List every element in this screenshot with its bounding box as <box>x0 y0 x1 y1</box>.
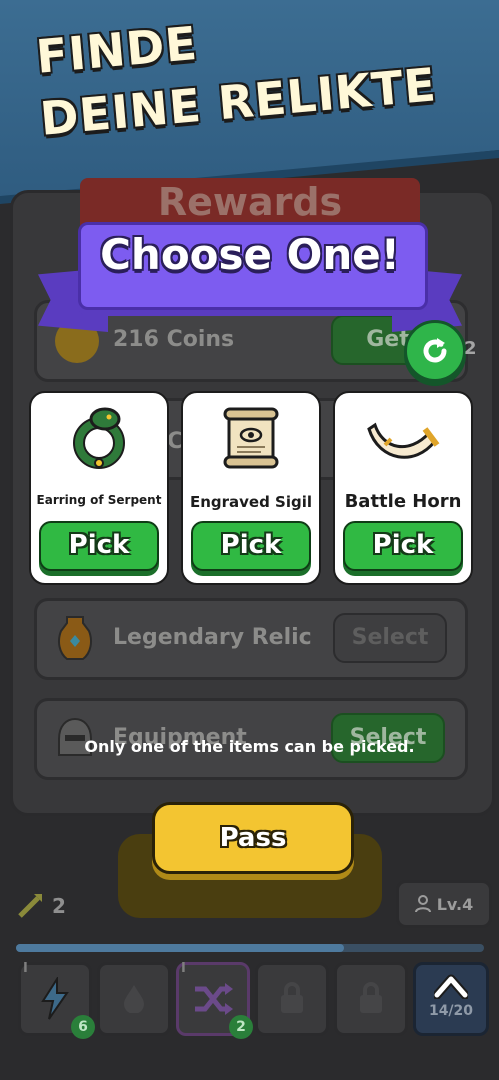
refresh-icon <box>423 338 447 363</box>
pass-button[interactable]: Pass <box>152 802 354 874</box>
refresh-button[interactable] <box>404 320 466 382</box>
skill-slot-lightning[interactable]: I 6 <box>18 961 95 1039</box>
select-button: Select <box>333 613 447 663</box>
scroll-sigil-icon <box>211 405 291 469</box>
horn-icon <box>363 405 443 469</box>
lightning-icon <box>41 977 69 1020</box>
xp-progress-bar <box>16 944 484 952</box>
pick-button[interactable]: Pick <box>191 521 311 571</box>
expand-skills-button[interactable]: 14/20 <box>413 962 489 1036</box>
refresh-count: 2 <box>464 338 477 359</box>
relic-card-serpent[interactable]: Earring of Serpent Pick <box>29 391 169 585</box>
reward-row-label: 216 Coins <box>113 327 235 352</box>
reward-row-label: Legendary Relic <box>113 625 312 650</box>
skill-slot-count: 14/20 <box>428 1003 474 1019</box>
card-title: Battle Horn <box>344 491 462 512</box>
chevron-up-icon <box>434 974 468 999</box>
pick-hint-message: Only one of the items can be picked. <box>84 737 415 756</box>
relic-card-horn[interactable]: Battle Horn Pick <box>333 391 473 585</box>
serpent-earring-icon <box>59 405 139 469</box>
reward-row-legendary-relic: Legendary Relic Select <box>34 598 468 680</box>
skill-slot-locked[interactable] <box>255 962 329 1036</box>
level-label: Lv.4 <box>436 894 474 914</box>
shuffle-icon <box>195 983 233 1015</box>
rewards-title: Rewards <box>157 180 343 224</box>
card-title: Engraved Sigil <box>189 493 313 511</box>
attack-icon <box>16 890 46 920</box>
modal-title: Choose One! <box>100 230 400 279</box>
slot-tier: I <box>23 961 28 976</box>
relic-card-sigil[interactable]: Engraved Sigil Pick <box>181 391 321 585</box>
skill-slot-drop[interactable] <box>97 962 171 1036</box>
skill-slot-shuffle[interactable]: I 2 <box>176 961 253 1039</box>
user-icon <box>414 895 431 913</box>
xp-progress-fill <box>16 944 344 952</box>
pick-button[interactable]: Pick <box>343 521 463 571</box>
pick-button[interactable]: Pick <box>39 521 159 571</box>
lock-icon <box>281 982 303 1013</box>
level-badge[interactable]: Lv.4 <box>396 880 492 928</box>
attack-value: 2 <box>52 894 66 918</box>
lock-icon <box>360 982 382 1013</box>
slot-badge: 6 <box>71 1015 95 1039</box>
drop-icon <box>124 985 144 1013</box>
slot-tier: I <box>181 961 186 976</box>
vase-icon <box>55 615 95 661</box>
card-title: Earring of Serpent <box>36 493 162 507</box>
slot-badge: 2 <box>229 1015 253 1039</box>
skill-slot-locked[interactable] <box>334 962 408 1036</box>
